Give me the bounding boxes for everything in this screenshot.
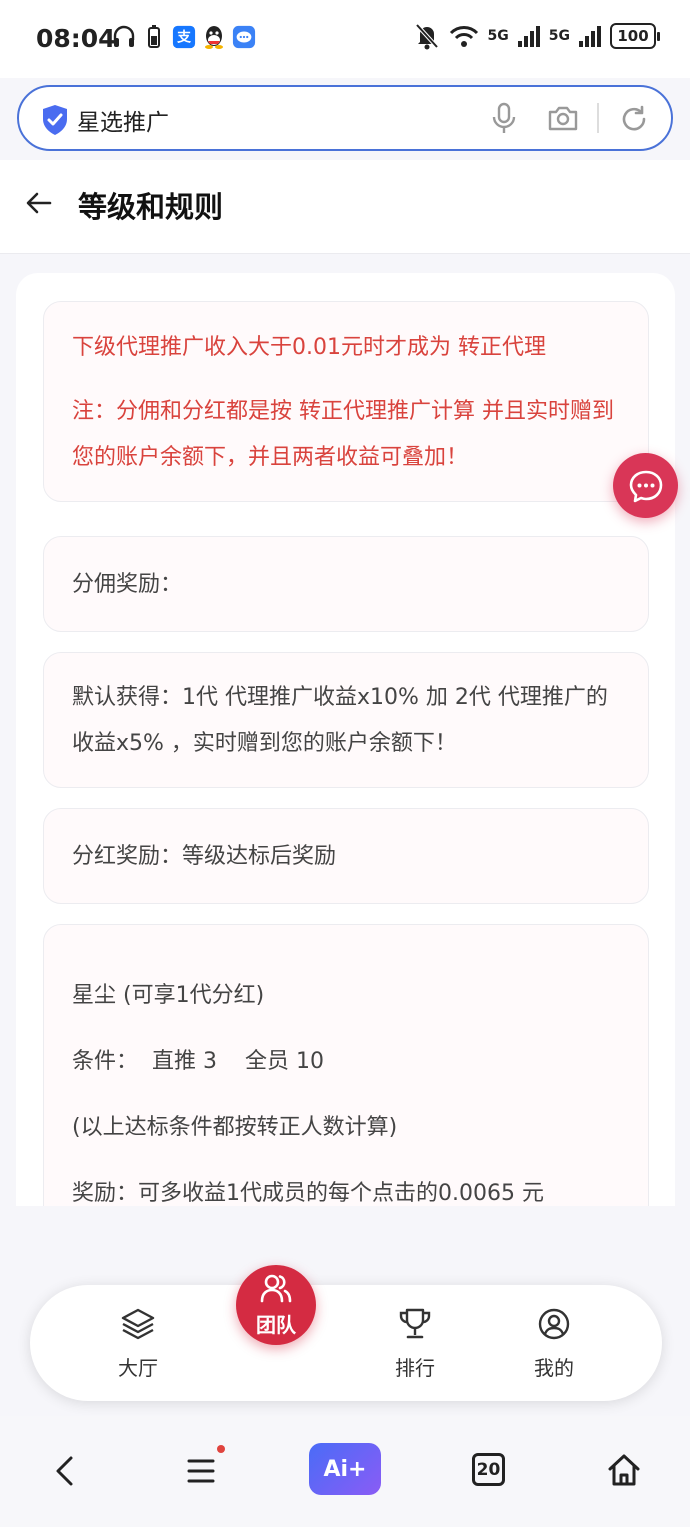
ai-button-label: Ai+ xyxy=(323,1456,367,1482)
layers-icon xyxy=(121,1308,155,1340)
tab-rank-label: 排行 xyxy=(395,1356,435,1380)
rules-card: 下级代理推广收入大于0.01元时才成为 转正代理 注：分佣和分红都是按 转正代理… xyxy=(16,273,675,1206)
battery-small-icon xyxy=(148,25,160,48)
tab-team-label: 团队 xyxy=(256,1313,296,1337)
search-bar[interactable]: 星选推广 xyxy=(17,85,673,151)
browser-back-icon[interactable] xyxy=(50,1454,80,1488)
battery-level: 100 xyxy=(617,27,649,45)
tabs-count-button[interactable]: 20 xyxy=(472,1453,505,1486)
message-app-icon xyxy=(232,25,256,49)
commission-detail: 默认获得：1代 代理推广收益x10% 加 2代 代理推广的收益x5% ，实时赠到… xyxy=(72,685,608,756)
status-time: 08:04 xyxy=(36,24,116,53)
status-notification-icons: 支 xyxy=(112,24,256,50)
level-box: 星尘 (可享1代分红) 条件： 直推 3 全员 10 (以上达标条件都按转正人数… xyxy=(43,924,649,1206)
notice-line-1: 下级代理推广收入大于0.01元时才成为 转正代理 xyxy=(72,335,546,360)
battery-indicator: 100 xyxy=(610,23,660,49)
network-label-1: 5G xyxy=(487,28,509,44)
level-note: (以上达标条件都按转正人数计算) xyxy=(72,1115,398,1140)
trophy-icon xyxy=(399,1308,431,1339)
tab-mine-label: 我的 xyxy=(534,1356,574,1380)
wifi-icon xyxy=(449,26,478,47)
qq-icon xyxy=(205,26,223,49)
microphone-icon[interactable] xyxy=(491,102,517,136)
mute-bell-icon xyxy=(415,23,439,50)
level-name: 星尘 (可享1代分红) xyxy=(72,983,265,1008)
notice-box: 下级代理推广收入大于0.01元时才成为 转正代理 注：分佣和分红都是按 转正代理… xyxy=(43,301,649,502)
menu-icon[interactable] xyxy=(186,1456,216,1486)
tabs-count-label: 20 xyxy=(476,1459,501,1480)
search-divider xyxy=(597,103,599,133)
commission-title-box: 分佣奖励： xyxy=(43,536,649,632)
svg-text:支: 支 xyxy=(176,29,191,46)
status-bar: 08:04 支 5G 5G 100 xyxy=(0,0,690,78)
alipay-icon: 支 xyxy=(172,25,196,49)
user-circle-icon xyxy=(538,1308,570,1340)
browser-nav-bar: Ai+ 20 xyxy=(0,1416,690,1527)
page-title: 等级和规则 xyxy=(78,190,224,224)
tab-mine[interactable]: 我的 xyxy=(514,1307,594,1381)
shield-icon xyxy=(43,105,67,135)
tab-team[interactable]: 团队 xyxy=(236,1265,316,1345)
home-icon[interactable] xyxy=(606,1452,642,1488)
tab-hall[interactable]: 大厅 xyxy=(98,1307,178,1381)
ai-assistant-button[interactable]: Ai+ xyxy=(309,1443,381,1495)
menu-notification-dot xyxy=(217,1445,225,1453)
chat-bubble-icon xyxy=(629,470,662,502)
customer-service-button[interactable] xyxy=(613,453,678,518)
page-header: 等级和规则 xyxy=(0,160,690,254)
back-arrow-icon[interactable] xyxy=(24,188,54,218)
commission-title: 分佣奖励： xyxy=(72,572,183,597)
camera-icon[interactable] xyxy=(547,104,579,132)
network-label-2: 5G xyxy=(548,28,570,44)
refresh-icon[interactable] xyxy=(619,104,649,134)
tab-hall-label: 大厅 xyxy=(118,1356,158,1380)
tab-rank[interactable]: 排行 xyxy=(375,1307,455,1381)
dividend-title: 分红奖励：等级达标后奖励 xyxy=(72,844,337,869)
signal-icon-2 xyxy=(579,26,601,47)
level-condition: 条件： 直推 3 全员 10 xyxy=(72,1049,324,1074)
dividend-title-box: 分红奖励：等级达标后奖励 xyxy=(43,808,649,904)
level-reward: 奖励：可多收益1代成员的每个点击的0.0065 元 xyxy=(72,1181,544,1206)
commission-detail-box: 默认获得：1代 代理推广收益x10% 加 2代 代理推广的收益x5% ，实时赠到… xyxy=(43,652,649,788)
bottom-tab-bar: 大厅 团队 排行 我的 xyxy=(30,1265,662,1401)
users-icon xyxy=(260,1274,292,1303)
search-input[interactable]: 星选推广 xyxy=(77,103,169,137)
signal-icon xyxy=(517,26,540,47)
notice-line-2: 注：分佣和分红都是按 转正代理推广计算 并且实时赠到您的账户余额下，并且两者收益… xyxy=(72,399,614,470)
headphones-icon xyxy=(113,25,135,47)
status-system-icons: 5G 5G 100 xyxy=(414,22,660,50)
